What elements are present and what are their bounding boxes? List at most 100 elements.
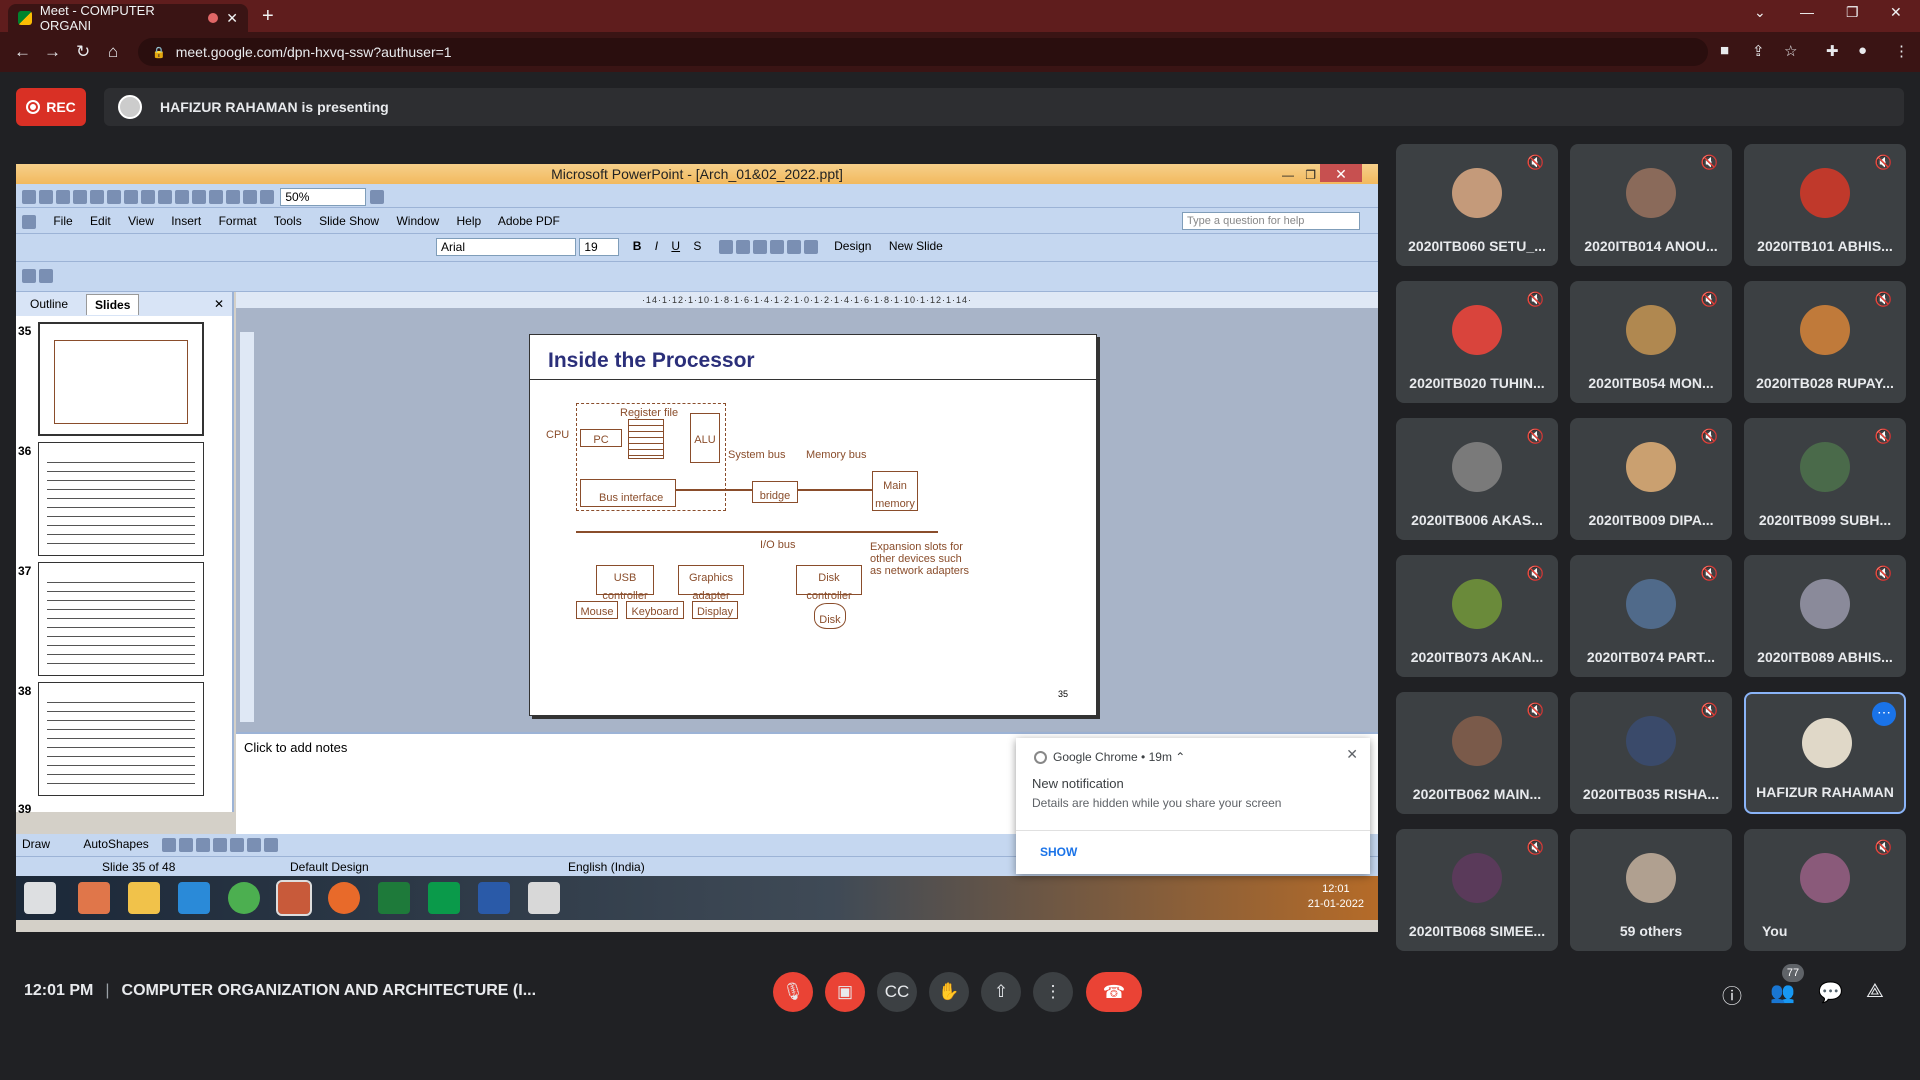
bold-button[interactable]: B <box>633 239 642 253</box>
notification-close-icon[interactable]: ✕ <box>1346 746 1358 763</box>
participant-tile[interactable]: 🔇 2020ITB009 DIPA... <box>1570 418 1732 540</box>
leave-call-button[interactable]: ☎ <box>1086 972 1142 1012</box>
font-color-icon[interactable] <box>803 240 818 254</box>
print-icon[interactable] <box>73 190 87 204</box>
new-tab-button[interactable]: + <box>262 5 274 28</box>
redo-icon[interactable] <box>192 190 206 204</box>
help-icon[interactable] <box>369 190 384 204</box>
participant-tile[interactable]: 🔇 You <box>1744 829 1906 951</box>
menu-format[interactable]: Format <box>219 214 257 228</box>
toolbar-icon-b[interactable] <box>39 268 53 283</box>
ppt-minimize-icon[interactable]: — <box>1282 165 1294 185</box>
word-icon[interactable] <box>478 882 510 914</box>
tab-search-icon[interactable]: ⌄ <box>1754 4 1766 21</box>
more-options-button[interactable]: ⋮ <box>1033 972 1073 1012</box>
line-icon[interactable] <box>162 837 177 852</box>
present-button[interactable]: ⇧ <box>981 972 1021 1012</box>
participant-tile[interactable]: 🔇 2020ITB060 SETU_... <box>1396 144 1558 266</box>
windows-start-icon[interactable] <box>24 882 56 914</box>
back-icon[interactable]: ← <box>14 42 31 62</box>
notification-show-button[interactable]: SHOW <box>1016 830 1370 874</box>
firefox-icon[interactable] <box>328 882 360 914</box>
participant-tile[interactable]: 🔇 2020ITB035 RISHA... <box>1570 692 1732 814</box>
rectangle-icon[interactable] <box>196 837 211 852</box>
participant-tile[interactable]: 59 others <box>1570 829 1732 951</box>
store-icon[interactable] <box>428 882 460 914</box>
draw-menu[interactable]: Draw <box>22 837 50 851</box>
restore-button[interactable]: ❐ <box>1846 4 1859 21</box>
camera-off-button[interactable]: ▣ <box>825 972 865 1012</box>
file-explorer-icon[interactable] <box>128 882 160 914</box>
font-select[interactable]: Arial <box>436 238 576 256</box>
powerpoint-taskbar-icon[interactable] <box>276 880 312 916</box>
bookmark-star-icon[interactable]: ☆ <box>1784 42 1797 60</box>
undo-icon[interactable] <box>175 190 189 204</box>
save-icon[interactable] <box>56 190 70 204</box>
underline-button[interactable]: U <box>671 239 680 253</box>
new-icon[interactable] <box>22 190 36 204</box>
copy-icon[interactable] <box>141 190 155 204</box>
spelling-icon[interactable] <box>107 190 121 204</box>
shadow-button[interactable]: S <box>693 239 701 253</box>
slide-thumbnail[interactable] <box>38 562 204 676</box>
preview-icon[interactable] <box>90 190 104 204</box>
meeting-details-icon[interactable]: ⓘ <box>1722 980 1742 1009</box>
close-window-button[interactable]: ✕ <box>1890 4 1902 21</box>
slide-thumbnail[interactable] <box>38 322 204 436</box>
browser-tab[interactable]: Meet - COMPUTER ORGANI ✕ <box>8 3 248 33</box>
participant-tile[interactable]: 🔇 2020ITB028 RUPAY... <box>1744 281 1906 403</box>
menu-edit[interactable]: Edit <box>90 214 111 228</box>
excel-icon[interactable] <box>378 882 410 914</box>
mic-off-button[interactable]: 🎙 <box>773 972 813 1012</box>
forward-icon[interactable]: → <box>44 42 61 62</box>
menu-file[interactable]: File <box>53 214 72 228</box>
tab-outline[interactable]: Outline <box>30 297 68 311</box>
current-slide[interactable]: Inside the Processor CPU Register file P… <box>529 334 1097 716</box>
participant-tile[interactable]: 🔇 2020ITB054 MON... <box>1570 281 1732 403</box>
align-left-icon[interactable] <box>718 240 733 254</box>
participant-tile[interactable]: 🔇 2020ITB099 SUBH... <box>1744 418 1906 540</box>
pane-close-icon[interactable]: ✕ <box>214 297 224 311</box>
close-tab-icon[interactable]: ✕ <box>226 10 238 27</box>
menu-adobe-pdf[interactable]: Adobe PDF <box>498 214 560 228</box>
numbering-icon[interactable] <box>786 240 801 254</box>
menu-tools[interactable]: Tools <box>274 214 302 228</box>
menu-insert[interactable]: Insert <box>171 214 201 228</box>
zoom-select[interactable]: 50% <box>280 188 367 206</box>
participant-tile[interactable]: 🔇 2020ITB068 SIMEE... <box>1396 829 1558 951</box>
cut-icon[interactable] <box>124 190 138 204</box>
italic-button[interactable]: I <box>655 239 658 253</box>
chat-icon[interactable]: 💬 <box>1818 980 1843 1005</box>
menu-slideshow[interactable]: Slide Show <box>319 214 379 228</box>
participant-tile[interactable]: 🔇 2020ITB101 ABHIS... <box>1744 144 1906 266</box>
font-size-select[interactable]: 19 <box>579 238 620 256</box>
profile-avatar[interactable]: ● <box>1858 42 1867 59</box>
meeting-info[interactable]: 12:01 PM | COMPUTER ORGANIZATION AND ARCHI… <box>24 982 536 1000</box>
taskbar-clock[interactable]: 12:01 21-01-2022 <box>1308 882 1364 912</box>
browser-menu-icon[interactable]: ⋮ <box>1894 42 1909 60</box>
slide-thumbnail[interactable] <box>38 682 204 796</box>
paste-icon[interactable] <box>158 190 172 204</box>
align-right-icon[interactable] <box>752 240 767 254</box>
home-icon[interactable]: ⌂ <box>108 42 118 62</box>
people-icon[interactable]: 👥 <box>1770 980 1795 1005</box>
participant-tile[interactable]: 🔇 2020ITB014 ANOU... <box>1570 144 1732 266</box>
url-field[interactable]: 🔒 meet.google.com/dpn-hxvq-ssw?authuser=… <box>138 38 1708 66</box>
arrow-icon[interactable] <box>179 837 194 852</box>
recording-button[interactable]: REC <box>16 88 86 126</box>
design-button[interactable]: Design <box>834 239 871 253</box>
camera-icon[interactable]: ■ <box>1720 42 1729 59</box>
tab-slides[interactable]: Slides <box>86 293 140 315</box>
participant-tile[interactable]: 🔇 2020ITB006 AKAS... <box>1396 418 1558 540</box>
grid-icon[interactable] <box>243 190 257 204</box>
participant-tile[interactable]: 🔇 2020ITB020 TUHIN... <box>1396 281 1558 403</box>
toolbar-icon-a[interactable] <box>22 268 36 283</box>
extensions-icon[interactable]: ✚ <box>1826 42 1839 60</box>
autoshapes-menu[interactable]: AutoShapes <box>83 837 148 851</box>
new-slide-button[interactable]: New Slide <box>889 239 943 253</box>
color-icon[interactable] <box>260 190 274 204</box>
chrome-notification[interactable]: Google Chrome • 19m ⌃ ✕ New notification… <box>1016 738 1370 874</box>
reload-icon[interactable]: ↻ <box>76 42 90 62</box>
participant-tile[interactable]: 🔇 2020ITB062 MAIN... <box>1396 692 1558 814</box>
acrobat-icon[interactable] <box>528 882 560 914</box>
